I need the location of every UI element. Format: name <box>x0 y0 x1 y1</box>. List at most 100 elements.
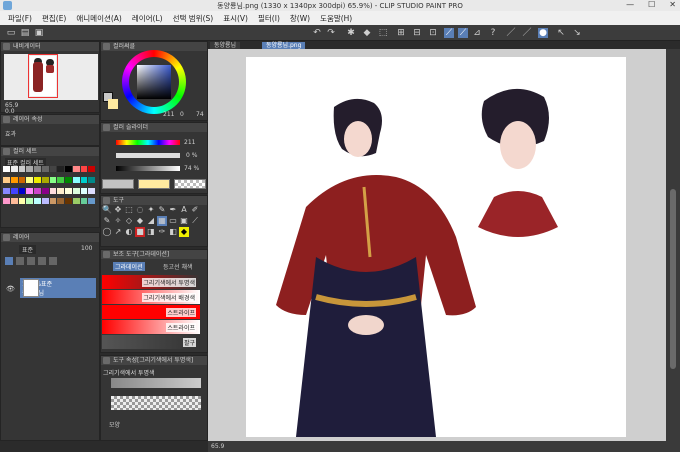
color-swatch[interactable] <box>80 176 88 183</box>
color-swatch[interactable] <box>49 198 57 205</box>
gradient-preset[interactable]: 스트라이프 <box>102 305 200 319</box>
sub-color-swatch[interactable] <box>108 99 118 109</box>
tab-gradient[interactable]: 그라데이션 <box>113 262 145 271</box>
color-swatch[interactable] <box>80 166 88 172</box>
lasso-tool-icon[interactable]: ◌ <box>135 205 145 215</box>
scrollbar-thumb[interactable] <box>670 189 676 369</box>
color-swatch[interactable] <box>18 187 26 194</box>
close-button[interactable]: ✕ <box>669 0 676 9</box>
color-swatch[interactable] <box>49 187 57 194</box>
color-swatch[interactable] <box>26 187 33 194</box>
text-tool-icon[interactable]: A <box>179 205 189 215</box>
snap-ruler-icon[interactable]: ⟋ <box>444 28 454 38</box>
menu-layer[interactable]: 레이어(L) <box>127 13 168 24</box>
lock-icon[interactable] <box>38 257 46 265</box>
color-swatch[interactable] <box>41 187 49 194</box>
eye-icon[interactable]: 👁 <box>6 285 15 293</box>
navigator-preview[interactable] <box>4 54 98 100</box>
layer-opacity-value[interactable]: 100 <box>81 245 92 252</box>
menu-filter[interactable]: 필터(I) <box>253 13 285 24</box>
clear-icon[interactable]: ✱ <box>346 28 356 38</box>
gradient-preset[interactable]: 스트라이프 <box>102 320 200 334</box>
zoom-tool-icon[interactable]: 🔍 <box>102 205 112 215</box>
color-swatch[interactable] <box>10 166 18 172</box>
figure-tool-icon[interactable]: ▭ <box>168 216 178 226</box>
vertical-scrollbar[interactable] <box>666 49 680 441</box>
redo-icon[interactable]: ↷ <box>326 28 336 38</box>
menu-selection[interactable]: 선택 범위(S) <box>168 13 219 24</box>
color-swatch-grid[interactable] <box>3 166 95 208</box>
color-swatch[interactable] <box>65 176 72 183</box>
color-swatch[interactable] <box>3 166 10 172</box>
sub-color-chip[interactable] <box>138 179 170 189</box>
blend-mode-select[interactable]: 표준 <box>19 245 37 254</box>
menu-file[interactable]: 파일(F) <box>3 13 37 24</box>
blend-tool-icon[interactable]: ◆ <box>135 216 145 226</box>
color-swatch[interactable] <box>18 176 26 183</box>
gradient-tool-icon[interactable]: ▦ <box>157 216 167 226</box>
brightness-slider[interactable] <box>116 166 180 171</box>
menu-animation[interactable]: 애니메이션(A) <box>71 13 126 24</box>
menu-edit[interactable]: 편집(E) <box>37 13 71 24</box>
color-swatch[interactable] <box>34 176 41 183</box>
gradient-preset[interactable]: 그리기색에서 배경색 <box>102 290 200 304</box>
ruler-tool-icon[interactable]: ⟋ <box>190 216 200 226</box>
help-icon[interactable]: ? <box>488 28 498 38</box>
color-swatch[interactable] <box>26 176 33 183</box>
new-layer-icon[interactable] <box>5 257 13 265</box>
color-swatch[interactable] <box>3 198 10 205</box>
gradient-preview-transparent[interactable] <box>111 396 201 410</box>
line-fix-tool-icon[interactable]: ↗ <box>113 227 123 237</box>
snap-special-ruler-icon[interactable]: ⟋ <box>458 28 468 38</box>
warning-icon[interactable]: ◆ <box>179 227 189 237</box>
mask-icon[interactable] <box>27 257 35 265</box>
color-swatch[interactable] <box>57 176 64 183</box>
save-icon[interactable]: ▣ <box>34 28 44 38</box>
color-swatch[interactable] <box>57 166 64 172</box>
invert-icon[interactable]: ⊡ <box>428 28 438 38</box>
eraser-tool-icon[interactable]: ◇ <box>124 216 134 226</box>
reference-icon[interactable] <box>49 257 57 265</box>
color-circle-icon[interactable]: ● <box>538 28 548 38</box>
reset-color-icon[interactable]: ◧ <box>168 227 178 237</box>
menu-view[interactable]: 표시(V) <box>218 13 253 24</box>
balloon-tool-icon[interactable]: ◯ <box>102 227 112 237</box>
canvas-page[interactable] <box>246 57 626 437</box>
saturation-value-square[interactable] <box>137 65 171 99</box>
color-swatch[interactable] <box>34 198 41 205</box>
frame-tool-icon[interactable]: ▣ <box>179 216 189 226</box>
color-swatch[interactable] <box>26 198 33 205</box>
pin-icon[interactable]: ↘ <box>572 28 582 38</box>
color-swatch[interactable] <box>88 187 95 194</box>
correct-tool-icon[interactable]: ◐ <box>124 227 134 237</box>
gradient-preset[interactable]: 그리기색에서 투명색 <box>102 275 200 289</box>
color-swatch[interactable] <box>88 166 95 172</box>
new-file-icon[interactable]: ▭ <box>6 28 16 38</box>
color-swatch[interactable] <box>10 198 18 205</box>
main-color-chip[interactable] <box>102 179 134 189</box>
minimize-button[interactable]: — <box>626 0 634 9</box>
brush-size-icon[interactable]: ／ <box>522 28 532 38</box>
color-swatch[interactable] <box>72 187 80 194</box>
select-tool-icon[interactable]: ⬚ <box>124 205 134 215</box>
wand-tool-icon[interactable]: ✦ <box>146 205 156 215</box>
saturation-slider[interactable] <box>116 153 180 158</box>
transform-icon[interactable]: ⬚ <box>378 28 388 38</box>
cursor-icon[interactable]: ↖ <box>556 28 566 38</box>
undo-icon[interactable]: ↶ <box>312 28 322 38</box>
color-swatch[interactable] <box>18 198 26 205</box>
fill-icon[interactable]: ◆ <box>362 28 372 38</box>
color-swatch[interactable] <box>10 176 18 183</box>
color-swatch[interactable] <box>57 187 64 194</box>
color-swatch[interactable] <box>65 198 72 205</box>
color-swatch[interactable] <box>72 166 80 172</box>
color-swatch[interactable] <box>80 198 88 205</box>
maximize-button[interactable]: ☐ <box>648 0 655 9</box>
gradient-preview[interactable] <box>111 378 201 388</box>
folder-icon[interactable] <box>16 257 24 265</box>
move-tool-icon[interactable]: ✥ <box>113 205 123 215</box>
tab-contour-fill[interactable]: 등고선 채색 <box>163 262 193 271</box>
line-icon[interactable]: ／ <box>506 28 516 38</box>
color-swatch[interactable] <box>57 198 64 205</box>
hue-slider[interactable] <box>116 140 180 145</box>
